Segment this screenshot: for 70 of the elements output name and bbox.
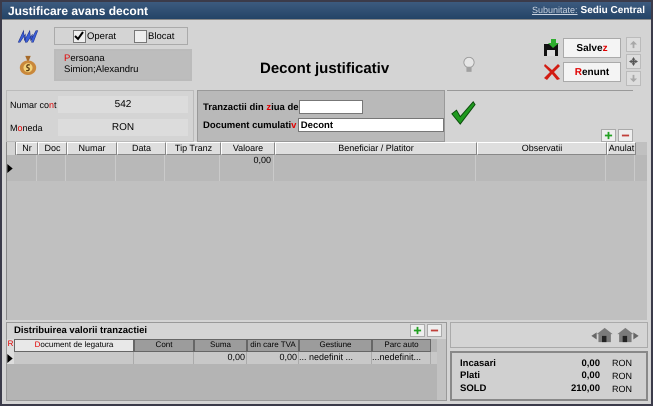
total-amount: 210,00 xyxy=(570,383,600,394)
total-amount: 0,00 xyxy=(580,358,600,369)
column-header[interactable]: Suma xyxy=(194,339,247,352)
column-header[interactable]: Nr xyxy=(16,142,38,155)
table-cell: ... nedefinit ... xyxy=(299,352,372,364)
add-button[interactable] xyxy=(601,129,616,142)
add-button[interactable] xyxy=(410,324,425,337)
column-header[interactable]: Observatii xyxy=(477,142,607,155)
panel-title: Distribuirea valorii tranzactiei xyxy=(14,325,148,336)
subunit-link[interactable]: Subunitate: xyxy=(532,5,578,16)
person-label: Persoana xyxy=(64,53,106,64)
form-heading: Decont justificativ xyxy=(260,60,390,77)
column-header[interactable]: din care TVA xyxy=(247,339,299,352)
up-arrow-icon xyxy=(629,40,638,49)
currency-label: RON xyxy=(612,358,632,368)
checkbox[interactable] xyxy=(134,30,148,42)
cancel-button[interactable]: Renunt xyxy=(563,62,621,82)
column-header[interactable]: Document de legatura xyxy=(14,339,134,352)
remove-button[interactable] xyxy=(427,324,442,337)
window-title: Justificare avans decont xyxy=(8,4,148,18)
checkbox[interactable] xyxy=(73,30,86,42)
total-label: Incasari xyxy=(459,358,497,369)
table-cell: ...nedefinit... xyxy=(372,352,431,364)
row-pointer-icon xyxy=(7,352,14,364)
total-amount: 0,00 xyxy=(580,370,600,382)
checkbox-label: Operat xyxy=(87,30,116,42)
person-name: Simion;Alexandru xyxy=(64,64,140,75)
column-header[interactable]: Tip Tranz xyxy=(166,142,221,155)
required-marker: R xyxy=(7,339,14,352)
input-field[interactable] xyxy=(299,100,363,114)
house-arrow-icon[interactable] xyxy=(617,327,639,343)
field-label: Moneda xyxy=(9,122,44,132)
table-cell: 0,00 xyxy=(220,155,274,181)
save-button[interactable]: Salvez xyxy=(563,38,621,58)
column-header[interactable]: Numar xyxy=(67,142,117,155)
column-header[interactable]: Gestiune xyxy=(299,339,372,352)
field-label: Tranzactii din ziua de xyxy=(203,102,299,112)
down-arrow-icon xyxy=(629,74,638,83)
input-field[interactable]: Decont xyxy=(298,118,444,132)
field-label: Document cumulativ xyxy=(203,120,298,130)
table-cell: 0,00 xyxy=(194,352,247,364)
currency-label: RON xyxy=(612,370,632,381)
column-header[interactable]: Data xyxy=(117,142,166,155)
table-cell: 0,00 xyxy=(247,352,299,364)
light-bulb-icon xyxy=(463,56,475,74)
save-icon xyxy=(543,39,561,57)
house-arrow-icon[interactable] xyxy=(591,327,613,343)
plus-icon xyxy=(413,326,422,335)
money-bag-icon xyxy=(18,54,38,76)
column-header[interactable]: Beneficiar / Platitor xyxy=(275,142,477,155)
plus-icon xyxy=(604,131,613,140)
column-header[interactable]: Parc auto xyxy=(372,339,431,352)
remove-button[interactable] xyxy=(618,129,633,142)
column-header[interactable]: Cont xyxy=(134,339,194,352)
total-label: SOLD xyxy=(459,383,488,394)
move-icon xyxy=(629,57,638,66)
total-label: Plati xyxy=(459,370,482,382)
checkmark-icon[interactable] xyxy=(450,99,476,125)
logo-icon xyxy=(16,28,40,44)
checkbox-label: Blocat xyxy=(148,30,174,42)
subunit-value: Sediu Central xyxy=(580,5,645,16)
field-value: 542 xyxy=(58,96,188,113)
column-header[interactable]: Doc xyxy=(38,142,67,155)
cancel-icon xyxy=(543,63,561,81)
column-header[interactable]: Valoare xyxy=(221,142,275,155)
column-header[interactable]: Anulat xyxy=(607,142,636,155)
currency-label: RON xyxy=(612,384,632,394)
move-button[interactable] xyxy=(626,54,641,69)
field-value: RON xyxy=(58,119,188,136)
field-label: Numar cont xyxy=(9,100,58,110)
